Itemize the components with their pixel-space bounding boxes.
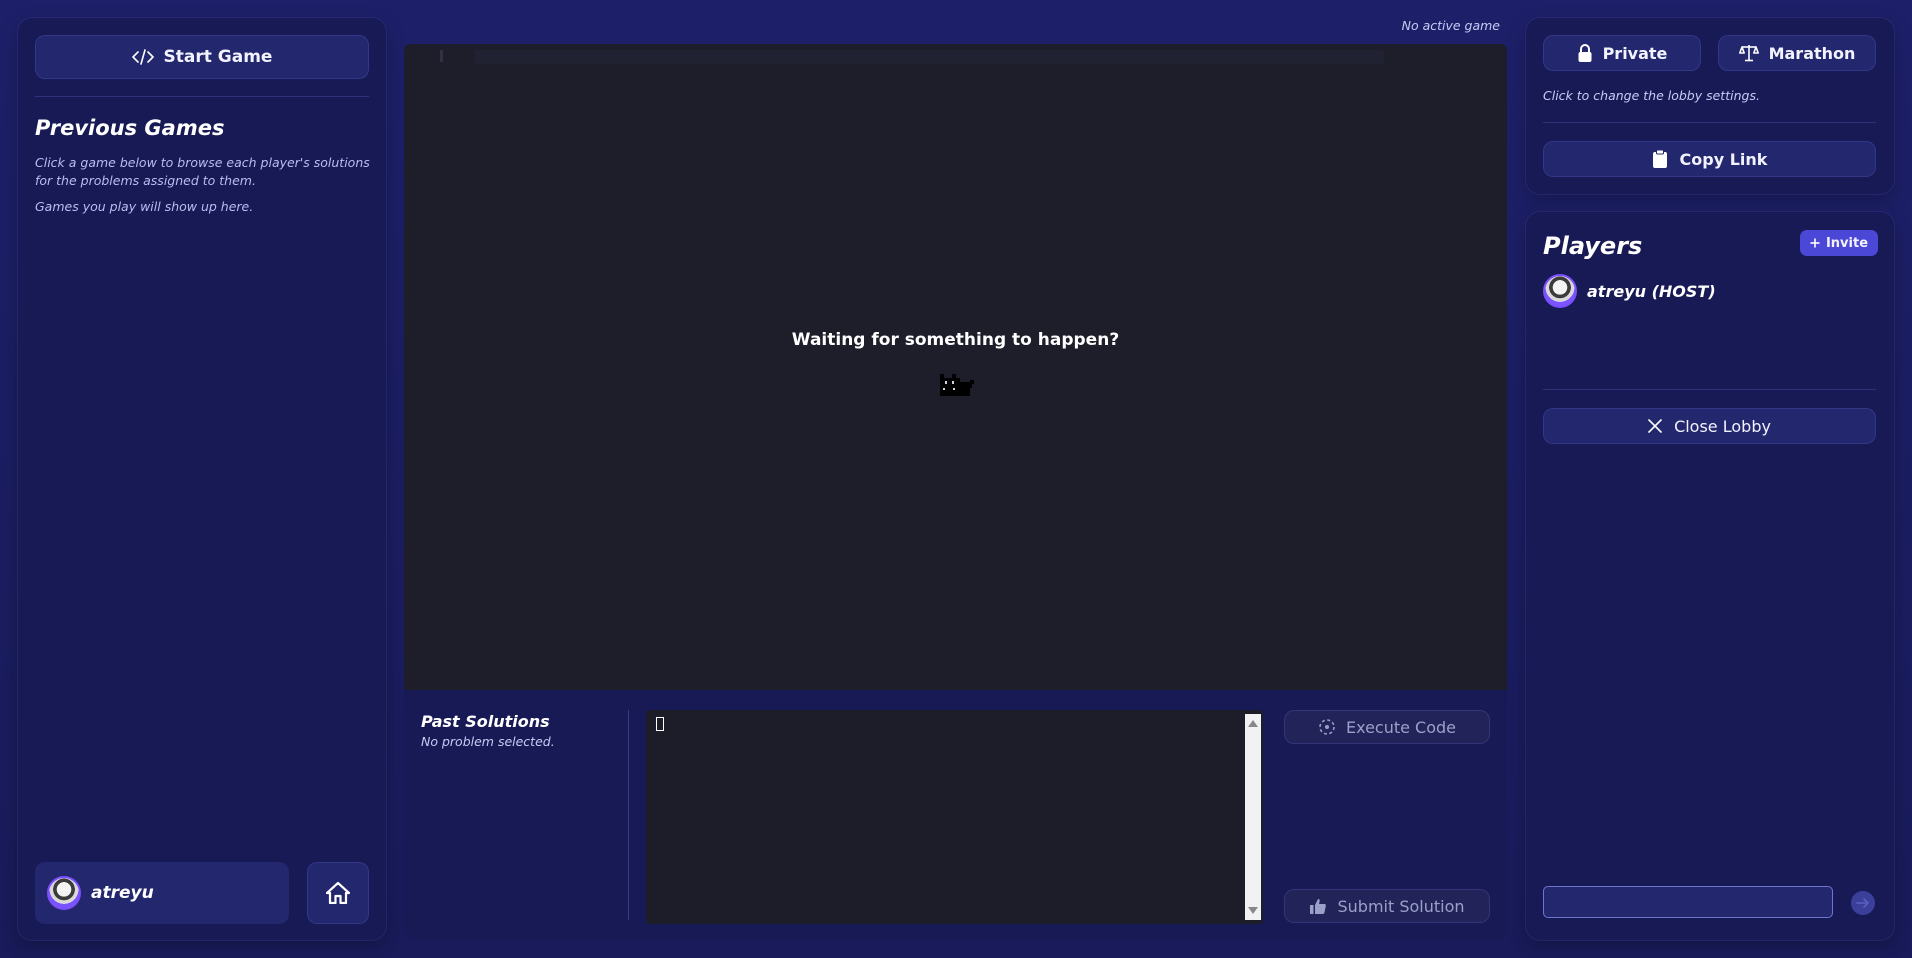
clipboard-icon — [1652, 149, 1667, 168]
home-button[interactable] — [307, 862, 369, 924]
editor-current-line — [474, 50, 1384, 64]
private-label: Private — [1602, 43, 1668, 63]
scroll-up-icon[interactable] — [1248, 720, 1258, 727]
marathon-label: Marathon — [1768, 43, 1856, 63]
start-game-label: Start Game — [163, 47, 273, 67]
avatar — [1543, 274, 1577, 308]
past-solutions-title: Past Solutions — [421, 712, 550, 731]
solutions-bar: Past Solutions No problem selected. Exec… — [404, 690, 1507, 940]
past-solutions-subtitle: No problem selected. — [421, 734, 555, 749]
waiting-message: Waiting for something to happen? — [791, 330, 1120, 350]
user-name: atreyu — [91, 883, 154, 903]
code-icon — [131, 49, 154, 65]
divider — [1543, 389, 1876, 390]
submit-solution-button[interactable]: Submit Solution — [1284, 889, 1490, 923]
console-scrollbar[interactable] — [1245, 714, 1261, 920]
invite-button[interactable]: Invite — [1800, 230, 1878, 256]
private-toggle-button[interactable]: Private — [1543, 35, 1701, 71]
player-name: atreyu (HOST) — [1587, 281, 1716, 301]
lobby-settings-panel: Private Marathon Click to change the lob… — [1526, 18, 1894, 194]
close-icon — [1648, 419, 1662, 433]
app-root: Start Game Previous Games Click a game b… — [0, 0, 1912, 958]
user-card[interactable]: atreyu — [35, 862, 289, 924]
chat-input[interactable] — [1543, 886, 1833, 918]
output-console[interactable] — [646, 710, 1263, 924]
thumbs-up-icon — [1310, 899, 1327, 914]
previous-games-empty: Games you play will show up here. — [35, 199, 254, 214]
scroll-down-icon[interactable] — [1248, 907, 1258, 914]
execute-icon — [1319, 719, 1335, 735]
cat-icon — [940, 374, 974, 396]
close-lobby-button[interactable]: Close Lobby — [1543, 408, 1876, 444]
lock-icon — [1578, 44, 1592, 62]
scale-icon — [1738, 45, 1759, 62]
code-editor[interactable]: Waiting for something to happen? — [404, 44, 1507, 690]
send-icon — [1856, 898, 1869, 908]
execute-code-label: Execute Code — [1345, 717, 1457, 737]
copy-link-button[interactable]: Copy Link — [1543, 141, 1876, 177]
text-cursor — [656, 717, 664, 731]
players-panel: Players Invite atreyu (HOST) Close Lobby — [1526, 212, 1894, 940]
marathon-mode-button[interactable]: Marathon — [1718, 35, 1876, 71]
previous-games-description: Click a game below to browse each player… — [35, 155, 370, 188]
invite-label: Invite — [1825, 235, 1869, 251]
line-number-gutter — [440, 50, 443, 62]
game-status: No active game — [1401, 18, 1500, 33]
send-button[interactable] — [1851, 891, 1875, 915]
avatar — [47, 876, 81, 910]
player-list-item: atreyu (HOST) — [1543, 274, 1716, 308]
plus-icon — [1810, 238, 1820, 248]
divider — [1543, 122, 1876, 123]
previous-games-panel: Start Game Previous Games Click a game b… — [18, 18, 386, 940]
submit-solution-label: Submit Solution — [1337, 896, 1465, 916]
close-lobby-label: Close Lobby — [1674, 416, 1771, 436]
start-game-button[interactable]: Start Game — [35, 35, 369, 79]
players-title: Players — [1543, 232, 1643, 260]
previous-games-title: Previous Games — [35, 116, 225, 140]
copy-link-label: Copy Link — [1679, 149, 1768, 169]
lobby-settings-hint: Click to change the lobby settings. — [1543, 88, 1760, 103]
divider — [35, 96, 369, 97]
execute-code-button[interactable]: Execute Code — [1284, 710, 1490, 744]
divider — [628, 710, 629, 920]
home-icon — [326, 882, 350, 904]
